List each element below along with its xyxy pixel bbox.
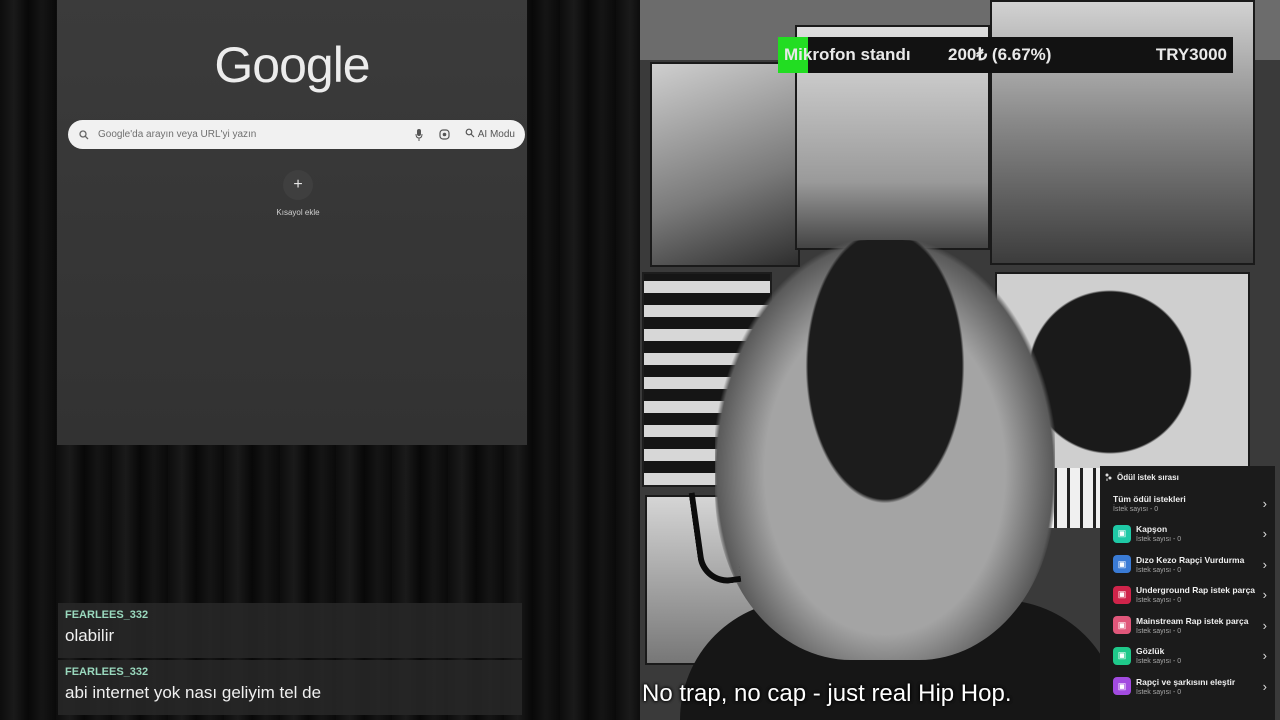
reward-icon: ▣: [1113, 524, 1131, 543]
reward-row[interactable]: ▣ Rapçi ve şarkısını eleştir İstek sayıs…: [1100, 671, 1275, 702]
reward-icon: ▣: [1113, 555, 1131, 574]
reward-queue-panel: Ödül istek sırası Tüm ödül istekleri İst…: [1100, 466, 1275, 720]
chevron-right-icon[interactable]: ›: [1263, 618, 1267, 633]
browser-new-tab: Google AI Modu + Kısayol ekle: [57, 0, 527, 445]
chevron-right-icon[interactable]: ›: [1263, 557, 1267, 572]
reward-row[interactable]: ▣ Mainstream Rap istek parça İstek sayıs…: [1100, 610, 1275, 641]
donation-target: TRY3000: [1155, 45, 1227, 64]
chat-username: FEARLEES_332: [65, 666, 149, 678]
reward-title: Dızo Kezo Rapçi Vurdurma: [1136, 554, 1245, 565]
reward-title: Mainstream Rap istek parça: [1136, 615, 1249, 626]
reward-icon: ▣: [1113, 646, 1131, 665]
add-shortcut[interactable]: + Kısayol ekle: [268, 170, 328, 217]
search-icon: [78, 129, 90, 141]
record-cover: [650, 62, 800, 267]
reward-title: Underground Rap istek parça: [1136, 585, 1256, 596]
reward-icon: ▣: [1113, 616, 1131, 635]
chevron-right-icon[interactable]: ›: [1263, 587, 1267, 602]
chevron-right-icon[interactable]: ›: [1263, 496, 1267, 511]
queue-icon: [1104, 472, 1113, 483]
reward-row[interactable]: ▣ Dızo Kezo Rapçi Vurdurma İstek sayısı …: [1100, 549, 1275, 580]
reward-row[interactable]: ▣ Gözlük İstek sayısı - 0 ›: [1100, 641, 1275, 672]
search-box[interactable]: AI Modu: [68, 120, 525, 149]
reward-icon: ▣: [1113, 677, 1131, 696]
shortcut-label: Kısayol ekle: [276, 208, 320, 217]
reward-count: İstek sayısı - 0: [1136, 658, 1182, 666]
google-logo: Google: [214, 37, 370, 93]
chevron-right-icon[interactable]: ›: [1263, 648, 1267, 663]
reward-queue-title: Ödül istek sırası: [1117, 472, 1179, 482]
lens-icon[interactable]: [439, 129, 451, 141]
microphone-icon[interactable]: [413, 128, 425, 141]
chat-username: FEARLEES_332: [65, 609, 149, 621]
reward-count: İstek sayısı - 0: [1136, 627, 1182, 635]
reward-title: Tüm ödül istekleri: [1113, 493, 1186, 504]
reward-count: İstek sayısı - 0: [1113, 505, 1159, 513]
chat-text: olabilir: [65, 626, 115, 645]
reward-title: Gözlük: [1136, 646, 1165, 657]
reward-title: Kapşon: [1136, 524, 1168, 535]
reward-count: İstek sayısı - 0: [1136, 688, 1182, 696]
donation-goal-bar: Mikrofon standı 200₺ (6.67%) TRY3000: [778, 37, 1233, 73]
stream-subtitle: No trap, no cap - just real Hip Hop.: [642, 680, 1012, 707]
chat-text: abi internet yok nası geliyim tel de: [65, 683, 322, 702]
reward-count: İstek sayısı - 0: [1136, 536, 1182, 544]
plus-icon[interactable]: +: [283, 170, 313, 200]
reward-row-all[interactable]: Tüm ödül istekleri İstek sayısı - 0 ›: [1100, 488, 1275, 519]
search-input[interactable]: [98, 129, 413, 140]
reward-title: Rapçi ve şarkısını eleştir: [1136, 676, 1236, 687]
chevron-right-icon[interactable]: ›: [1263, 679, 1267, 694]
reward-row[interactable]: ▣ Underground Rap istek parça İstek sayı…: [1100, 580, 1275, 611]
reward-count: İstek sayısı - 0: [1136, 597, 1182, 605]
ai-mode-button[interactable]: AI Modu: [465, 128, 515, 141]
chevron-right-icon[interactable]: ›: [1263, 526, 1267, 541]
chat-message: FEARLEES_332 abi internet yok nası geliy…: [58, 660, 522, 715]
chat-message: FEARLEES_332 olabilir: [58, 603, 522, 658]
ai-mode-icon: [465, 128, 475, 141]
donation-goal-item: Mikrofon standı: [784, 45, 911, 64]
reward-icon: ▣: [1113, 585, 1131, 604]
reward-row[interactable]: ▣ Kapşon İstek sayısı - 0 ›: [1100, 519, 1275, 550]
streamer-head: [715, 240, 1055, 660]
reward-count: İstek sayısı - 0: [1136, 566, 1182, 574]
donation-amount: 200₺ (6.67%): [948, 45, 1052, 64]
reward-queue-header: Ödül istek sırası: [1100, 466, 1275, 488]
ai-mode-label: AI Modu: [477, 129, 515, 140]
